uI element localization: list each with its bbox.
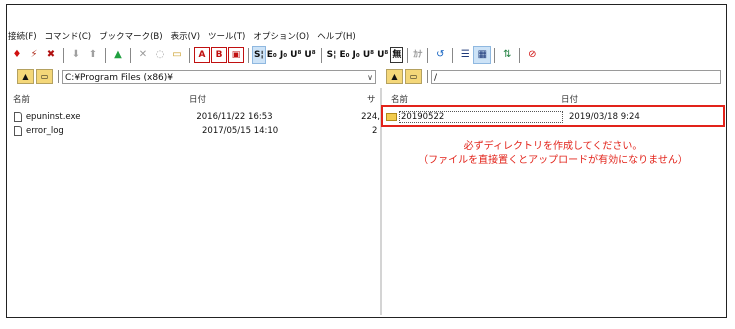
refresh-icon[interactable]: ↺ [432, 47, 448, 63]
local-kanji-jis-icon[interactable]: J₀ [352, 47, 361, 63]
local-kanji-utf8n-icon[interactable]: U⁸ [362, 47, 375, 63]
detail-view-icon[interactable]: ▦ [473, 46, 492, 64]
toolbar-separator [452, 47, 454, 63]
kanji-utf8-icon[interactable]: U⁸ [303, 47, 316, 63]
kanji-sjis-icon[interactable]: S¦ [252, 46, 266, 64]
menu-item[interactable]: オプション(O) [253, 30, 309, 42]
file-size: 224, [361, 112, 380, 122]
kanji-jis-icon[interactable]: J₀ [279, 47, 288, 63]
remote-up-folder-icon[interactable]: ▲ [386, 69, 403, 84]
local-col-date[interactable]: 日付 [189, 93, 206, 108]
download-icon[interactable]: ⬇ [68, 47, 84, 63]
local-path-bar: ▲ ▭ C:¥Program Files (x86)¥ ∨ [17, 68, 376, 85]
local-up-folder-icon[interactable]: ▲ [17, 69, 34, 84]
auto-mode-icon[interactable]: ▣ [228, 47, 244, 63]
kana-convert-icon[interactable]: ｶﾅ [412, 47, 423, 63]
upload-icon[interactable]: ⬆ [85, 47, 101, 63]
connect-icon[interactable]: ♦ [9, 47, 25, 63]
file-date: 2017/05/15 14:10 [202, 126, 279, 136]
local-col-size[interactable]: サ [367, 93, 376, 108]
remote-open-folder-icon[interactable]: ▭ [405, 69, 422, 84]
file-name: epuninst.exe [25, 112, 81, 122]
quick-connect-icon[interactable]: ⚡ [26, 47, 42, 63]
delete-icon[interactable]: ✕ [135, 47, 151, 63]
local-kanji-euc-icon[interactable]: E₀ [338, 47, 350, 63]
toolbar-separator [427, 47, 429, 63]
chevron-down-icon[interactable]: ∨ [367, 71, 373, 85]
local-path-text: C:¥Program Files (x86)¥ [65, 72, 174, 83]
local-file-list[interactable]: 名前 日付 サ epuninst.exe 2016/11/22 16:53 22… [7, 88, 380, 315]
remote-path-text: / [434, 72, 438, 83]
local-path-input[interactable]: C:¥Program Files (x86)¥ ∨ [62, 69, 376, 85]
toolbar-separator [130, 47, 131, 63]
annotation-line-1: 必ずディレクトリを作成してください。 [463, 141, 643, 152]
binary-mode-icon[interactable]: B [211, 47, 227, 63]
path-separator [58, 70, 59, 83]
menu-item[interactable]: ブックマーク(B) [99, 30, 162, 42]
toolbar-separator [519, 47, 521, 63]
path-separator [427, 70, 428, 83]
file-size: 2 [372, 126, 378, 136]
toolbar: ♦ ⚡ ✖ ⬇ ⬆ ▲ ✕ ◌ ▭ A B ▣ S¦ E₀ J₀ U⁸ U⁸ S¦ E₀ J₀ U⁸ U⁸ 無ｶﾅ ↺ ☰ ▦ ⇅ ⊘ [9, 45, 540, 65]
table-row[interactable]: error_log 2017/05/15 14:10 2 [14, 124, 380, 138]
local-kanji-sjis-icon[interactable]: S¦ [326, 47, 338, 63]
ascii-mode-icon[interactable]: A [194, 47, 210, 63]
menu-item[interactable]: ヘルプ(H) [317, 30, 356, 42]
sync-icon[interactable]: ⇅ [499, 47, 515, 63]
file-icon [14, 112, 22, 122]
file-name: error_log [26, 126, 64, 136]
toolbar-separator [494, 47, 496, 63]
remote-path-input[interactable]: / [431, 69, 721, 84]
local-kanji-utf8-icon[interactable]: U⁸ [376, 47, 389, 63]
file-date: 2016/11/22 16:53 [196, 112, 273, 122]
remote-path-bar: ▲ ▭ / [386, 68, 721, 85]
list-view-icon[interactable]: ☰ [457, 47, 473, 63]
table-row[interactable]: epuninst.exe 2016/11/22 16:53 224, [14, 110, 380, 124]
kanji-utf8n-icon[interactable]: U⁸ [289, 47, 302, 63]
toolbar-separator [248, 47, 249, 63]
parent-folder-icon[interactable]: ▲ [110, 47, 126, 63]
menu-bar: 接続(F) コマンド(C) ブックマーク(B) 表示(V) ツール(T) オプション(O)… [8, 29, 356, 43]
menu-item[interactable]: 表示(V) [171, 30, 200, 42]
rename-icon[interactable]: ◌ [152, 47, 168, 63]
local-open-folder-icon[interactable]: ▭ [36, 69, 53, 84]
toolbar-separator [320, 47, 322, 63]
disconnect-icon[interactable]: ✖ [43, 47, 59, 63]
menu-item[interactable]: ツール(T) [208, 30, 245, 42]
toolbar-separator [407, 47, 409, 63]
no-convert-icon[interactable]: 無 [390, 47, 404, 63]
toolbar-separator [63, 47, 64, 63]
toolbar-separator [105, 47, 106, 63]
menu-item[interactable]: コマンド(C) [45, 30, 92, 42]
highlight-box [381, 105, 725, 127]
toolbar-separator [189, 47, 190, 63]
local-col-name[interactable]: 名前 [13, 93, 30, 108]
kanji-euc-icon[interactable]: E₀ [266, 47, 278, 63]
annotation-line-2: （ファイルを直接置くとアップロードが有効になりません） [418, 155, 688, 166]
file-icon [14, 126, 22, 136]
mkdir-icon[interactable]: ▭ [169, 47, 185, 63]
menu-item[interactable]: 接続(F) [8, 30, 37, 42]
stop-icon[interactable]: ⊘ [524, 47, 540, 63]
